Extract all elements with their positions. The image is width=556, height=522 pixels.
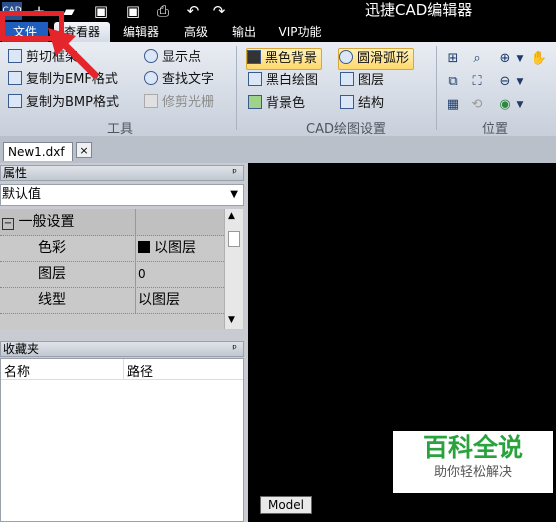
trim-raster-button[interactable]: 修剪光栅 bbox=[144, 93, 214, 113]
scroll-down-icon[interactable]: ▼ bbox=[228, 315, 235, 325]
orbit-icon[interactable]: ◉ bbox=[494, 96, 516, 114]
save-icon[interactable]: ▣ bbox=[92, 2, 110, 20]
pin-icon[interactable]: ᵖ bbox=[232, 342, 237, 356]
position-group-label: 位置 bbox=[481, 122, 508, 137]
property-scrollbar[interactable]: ▲ ▼ bbox=[224, 209, 243, 329]
chevron-down-icon[interactable]: ▼ bbox=[230, 185, 238, 205]
properties-panel: 属性 ᵖ 默认值 ▼ − 一般设置 色彩 以图层 图层 0 线型 以图层 ▲ ▼… bbox=[0, 163, 248, 522]
pin-icon[interactable]: ᵖ bbox=[232, 166, 237, 180]
bw-drawing-button[interactable]: 黑白绘图 bbox=[248, 71, 318, 91]
background-color-button[interactable]: 背景色 bbox=[248, 94, 305, 114]
bg-color-icon bbox=[248, 95, 262, 109]
zoom-all-icon[interactable]: ⛶ bbox=[466, 73, 488, 91]
property-row-layer[interactable]: 图层 0 bbox=[0, 261, 224, 288]
zoom-out-icon[interactable]: ⊖ bbox=[494, 73, 516, 91]
category-label: 一般设置 bbox=[18, 214, 75, 230]
favorites-header: 收藏夹 ᵖ bbox=[0, 341, 244, 357]
bmp-icon bbox=[8, 94, 22, 108]
bw-drawing-icon bbox=[248, 72, 262, 86]
property-category[interactable]: − 一般设置 bbox=[0, 209, 224, 236]
redo-icon[interactable]: ↷ bbox=[210, 2, 228, 20]
smooth-arc-icon bbox=[339, 50, 353, 64]
smooth-arc-toggle[interactable]: 圆滑弧形 bbox=[338, 48, 415, 70]
emf-icon bbox=[8, 71, 22, 85]
chevron-down-icon[interactable]: ▼ bbox=[514, 73, 526, 91]
scroll-thumb[interactable] bbox=[228, 231, 240, 247]
favorites-list: 名称 路径 bbox=[0, 358, 244, 522]
chevron-down-icon[interactable]: ▼ bbox=[514, 96, 526, 114]
clip-frame-icon bbox=[8, 49, 22, 63]
ribbon-separator bbox=[436, 46, 437, 130]
pan-hand-icon[interactable]: ✋ bbox=[528, 50, 550, 68]
print-icon[interactable]: ⎙ bbox=[154, 2, 172, 20]
cad-settings-group-label: CAD绘图设置 bbox=[306, 122, 386, 137]
collapse-icon[interactable]: − bbox=[2, 218, 14, 230]
points-icon bbox=[144, 49, 158, 63]
scroll-up-icon[interactable]: ▲ bbox=[228, 211, 235, 221]
zoom-previous-icon[interactable]: ⟲ bbox=[466, 96, 488, 114]
layers-icon bbox=[340, 72, 354, 86]
favorites-columns: 名称 路径 bbox=[1, 359, 243, 380]
find-text-icon bbox=[144, 71, 158, 85]
model-tab[interactable]: Model bbox=[260, 496, 312, 514]
show-points-button[interactable]: 显示点 bbox=[144, 48, 201, 68]
zoom-window-icon[interactable]: ⌕ bbox=[466, 50, 488, 68]
properties-combo[interactable]: 默认值 ▼ bbox=[0, 184, 244, 206]
find-text-button[interactable]: 查找文字 bbox=[144, 70, 214, 90]
ribbon-separator bbox=[236, 46, 237, 130]
clip-frame-button[interactable]: 剪切框架 bbox=[8, 48, 78, 68]
zoom-extents-icon[interactable]: ⧉ bbox=[442, 73, 464, 91]
fit-icon[interactable]: ⊞ bbox=[442, 50, 464, 68]
column-path[interactable]: 路径 bbox=[127, 361, 153, 380]
property-grid: − 一般设置 色彩 以图层 图层 0 线型 以图层 ▲ ▼ bbox=[0, 209, 244, 329]
zoom-in-icon[interactable]: ⊕ bbox=[494, 50, 516, 68]
tab-editor[interactable]: 编辑器 bbox=[116, 22, 166, 42]
tab-advanced[interactable]: 高级 bbox=[176, 22, 216, 42]
black-background-toggle[interactable]: 黑色背景 bbox=[246, 48, 323, 70]
tab-output[interactable]: 输出 bbox=[224, 22, 264, 42]
app-title: 迅捷CAD编辑器 bbox=[365, 1, 473, 19]
menu-bar: 文件 查看器 编辑器 高级 输出 VIP功能 bbox=[0, 22, 556, 42]
tools-group-label: 工具 bbox=[106, 122, 133, 137]
watermark: 百科全说 助你轻松解决 bbox=[393, 431, 553, 493]
close-icon[interactable]: × bbox=[76, 142, 92, 158]
grid-icon[interactable]: ▦ bbox=[442, 96, 464, 114]
copy-emf-button[interactable]: 复制为EMF格式 bbox=[8, 70, 118, 90]
drawing-canvas[interactable]: 百科全说 助你轻松解决 Model bbox=[248, 163, 556, 522]
color-swatch bbox=[138, 241, 150, 253]
copy-bmp-button[interactable]: 复制为BMP格式 bbox=[8, 93, 119, 113]
document-tab-strip: New1.dxf × bbox=[0, 136, 556, 163]
column-name[interactable]: 名称 bbox=[4, 361, 30, 380]
trim-raster-icon bbox=[144, 94, 158, 108]
title-bar: CAD + ▰ ▣ ▣ ⎙ ↶ ↷ 迅捷CAD编辑器 bbox=[0, 0, 556, 22]
tab-vip[interactable]: VIP功能 bbox=[272, 22, 328, 42]
highlight-box bbox=[0, 11, 64, 41]
layers-button[interactable]: 图层 bbox=[340, 71, 384, 91]
property-row-color[interactable]: 色彩 以图层 bbox=[0, 235, 224, 262]
document-tab[interactable]: New1.dxf bbox=[3, 142, 73, 161]
property-row-linetype[interactable]: 线型 以图层 bbox=[0, 287, 224, 314]
structure-button[interactable]: 结构 bbox=[340, 94, 384, 114]
properties-header: 属性 ᵖ bbox=[0, 165, 244, 181]
undo-icon[interactable]: ↶ bbox=[184, 2, 202, 20]
black-bg-icon bbox=[247, 50, 261, 64]
structure-icon bbox=[340, 95, 354, 109]
ribbon: 剪切框架 复制为EMF格式 复制为BMP格式 显示点 查找文字 修剪光栅 工具 … bbox=[0, 42, 556, 137]
chevron-down-icon[interactable]: ▼ bbox=[514, 50, 526, 68]
save-as-icon[interactable]: ▣ bbox=[124, 2, 142, 20]
